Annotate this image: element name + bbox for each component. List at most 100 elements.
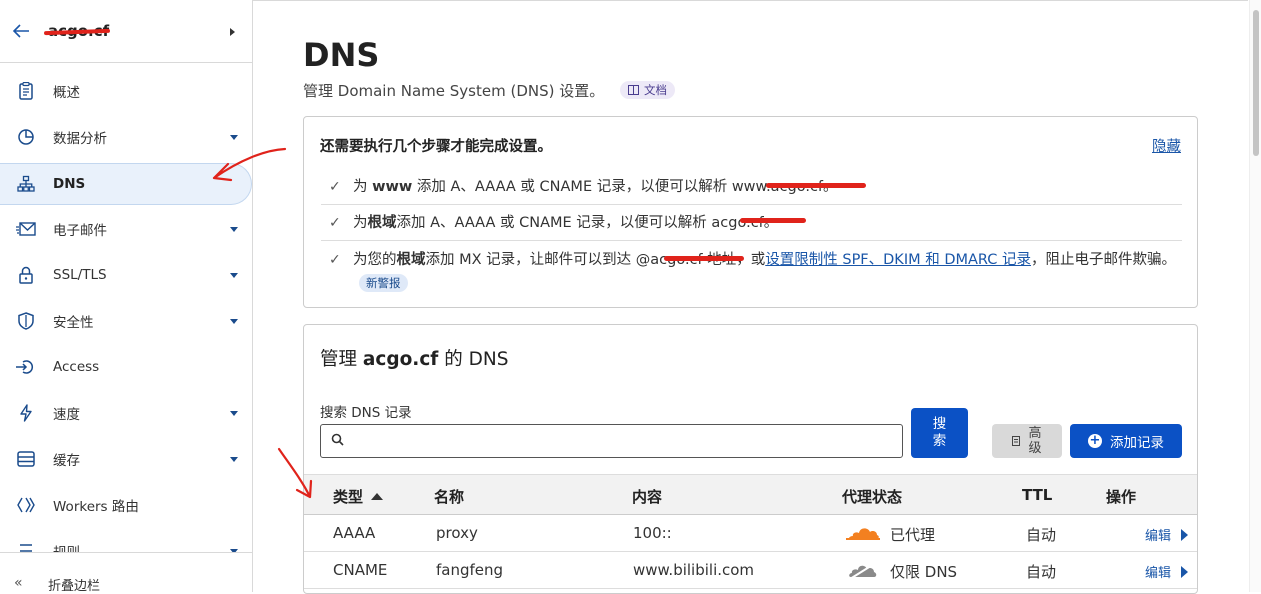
sidebar-item-dns[interactable]: DNS — [0, 163, 252, 205]
collapse-sidebar-button[interactable]: « 折叠边栏 — [0, 552, 252, 594]
dns-records-card: 管理 acgo.cf 的 DNS 搜索 DNS 记录 搜索 高级 + 添加记录 … — [303, 324, 1198, 594]
sidebar: acgo.cf 概述 数据分析 DNS 电子邮件 SSL/TLS — [0, 0, 253, 594]
domain-switcher-caret-icon[interactable] — [230, 28, 235, 36]
cache-icon — [16, 449, 36, 469]
step-bold: 根域 — [367, 215, 397, 231]
edit-record-link[interactable]: 编辑 — [1145, 562, 1171, 581]
redaction-mark — [766, 183, 866, 188]
chevron-down-icon — [230, 410, 238, 416]
record-type: CNAME — [333, 561, 388, 579]
page-scrollbar[interactable] — [1249, 0, 1261, 592]
search-button[interactable]: 搜索 — [911, 408, 968, 458]
checkmark-icon: ✓ — [329, 179, 341, 195]
step-text: 添加 A、AAAA 或 CNAME 记录，以便可以解析 acgo.cf。 — [396, 215, 779, 231]
advanced-button-label: 高级 — [1028, 426, 1042, 456]
search-icon — [331, 433, 344, 450]
pie-chart-icon — [16, 127, 36, 147]
column-header-name[interactable]: 名称 — [434, 486, 464, 507]
table-row[interactable]: CNAME fangfeng www.bilibili.com 仅限 DNS 自… — [304, 552, 1197, 589]
proxy-status-label: 仅限 DNS — [890, 563, 958, 581]
column-header-actions: 操作 — [1106, 488, 1137, 506]
manage-dns-title: 管理 acgo.cf 的 DNS — [320, 349, 509, 370]
checkmark-icon: ✓ — [329, 252, 341, 268]
sidebar-item-label: 速度 — [53, 407, 80, 423]
page-title: DNS — [303, 36, 380, 74]
search-label: 搜索 DNS 记录 — [320, 405, 412, 421]
caret-right-icon[interactable] — [1181, 566, 1188, 578]
docs-link[interactable]: 文档 — [620, 81, 675, 99]
workers-icon — [16, 495, 36, 515]
spf-dkim-dmarc-link[interactable]: 设置限制性 SPF、DKIM 和 DMARC 记录 — [765, 252, 1031, 268]
chevron-down-icon — [230, 226, 238, 232]
record-type: AAAA — [333, 524, 376, 542]
plus-icon: + — [1088, 433, 1102, 448]
collapse-sidebar-label: 折叠边栏 — [48, 579, 101, 594]
record-content: 100:: — [633, 524, 672, 542]
step-bold: www — [372, 179, 413, 195]
table-row[interactable]: AAAA proxy 100:: 已代理 自动 编辑 — [304, 515, 1197, 552]
chevron-down-icon — [230, 318, 238, 324]
sidebar-item-security[interactable]: 安全性 — [0, 300, 252, 342]
record-content: www.bilibili.com — [633, 561, 755, 579]
email-icon — [16, 219, 36, 239]
double-chevron-left-icon: « — [14, 575, 23, 591]
sidebar-item-label: Access — [53, 359, 100, 375]
redaction-mark — [740, 218, 806, 223]
advanced-button[interactable]: 高级 — [992, 424, 1062, 458]
chevron-down-icon — [230, 272, 238, 278]
sidebar-item-ssl-tls[interactable]: SSL/TLS — [0, 254, 252, 296]
dns-search-input[interactable] — [320, 424, 903, 458]
docs-link-label: 文档 — [644, 83, 667, 97]
sort-ascending-icon — [371, 493, 384, 500]
chevron-down-icon — [230, 456, 238, 462]
hide-steps-link[interactable]: 隐藏 — [1152, 135, 1181, 156]
setup-step: ✓ 为您的根域添加 MX 记录，让邮件可以到达 @acgo.cf 地址，或设置限… — [321, 248, 1182, 298]
sidebar-item-label: 电子邮件 — [53, 223, 107, 239]
record-name: proxy — [436, 524, 478, 542]
proxied-cloud-icon — [846, 528, 880, 540]
chevron-down-icon — [230, 134, 238, 140]
step-text: 为 — [353, 215, 368, 231]
column-header-type[interactable]: 类型 — [333, 486, 384, 507]
proxy-status-label: 已代理 — [890, 526, 936, 544]
column-header-ttl[interactable]: TTL — [1022, 486, 1052, 504]
shield-icon — [16, 311, 36, 331]
sidebar-item-cache[interactable]: 缓存 — [0, 438, 252, 480]
sidebar-item-email[interactable]: 电子邮件 — [0, 208, 252, 250]
sidebar-item-access[interactable]: Access — [0, 346, 252, 388]
sidebar-item-analytics[interactable]: 数据分析 — [0, 116, 252, 158]
setup-step: ✓ 为根域添加 A、AAAA 或 CNAME 记录，以便可以解析 acgo.cf… — [321, 211, 1182, 241]
step-text: 为 — [353, 179, 373, 195]
scrollbar-thumb[interactable] — [1253, 10, 1259, 156]
sidebar-header: acgo.cf — [0, 0, 252, 63]
access-icon — [16, 357, 36, 377]
sidebar-item-label: 数据分析 — [53, 131, 107, 147]
clipboard-icon — [16, 81, 36, 101]
column-header-content[interactable]: 内容 — [632, 486, 662, 507]
record-ttl: 自动 — [1026, 563, 1057, 581]
page-subtitle: 管理 Domain Name System (DNS) 设置。 — [303, 82, 605, 100]
new-alert-badge: 新警报 — [359, 274, 408, 292]
sidebar-item-label: 概述 — [53, 85, 80, 101]
dns-only-cloud-icon — [849, 563, 877, 580]
edit-record-link[interactable]: 编辑 — [1145, 525, 1171, 544]
sidebar-item-label: SSL/TLS — [53, 267, 107, 283]
lock-icon — [16, 265, 36, 285]
sidebar-item-speed[interactable]: 速度 — [0, 392, 252, 434]
step-text: 为您的 — [353, 252, 397, 268]
caret-right-icon[interactable] — [1181, 529, 1188, 541]
add-record-button[interactable]: + 添加记录 — [1070, 424, 1182, 458]
back-arrow-icon[interactable] — [10, 20, 32, 42]
column-header-proxy-status[interactable]: 代理状态 — [842, 486, 902, 507]
setup-step: ✓ 为 www 添加 A、AAAA 或 CNAME 记录，以便可以解析 www.… — [321, 175, 1182, 205]
table-header: 类型 名称 内容 代理状态 TTL 操作 — [304, 474, 1197, 515]
add-record-label: 添加记录 — [1110, 435, 1164, 451]
setup-steps-card: 还需要执行几个步骤才能完成设置。 隐藏 ✓ 为 www 添加 A、AAAA 或 … — [303, 116, 1198, 308]
dns-tree-icon — [16, 174, 36, 194]
lightning-icon — [16, 403, 36, 423]
sidebar-item-label: DNS — [53, 176, 86, 192]
step-bold: 根域 — [396, 252, 426, 268]
sidebar-item-overview[interactable]: 概述 — [0, 70, 252, 112]
sidebar-item-workers-routes[interactable]: Workers 路由 — [0, 484, 252, 526]
setup-steps-title: 还需要执行几个步骤才能完成设置。 — [320, 139, 552, 155]
